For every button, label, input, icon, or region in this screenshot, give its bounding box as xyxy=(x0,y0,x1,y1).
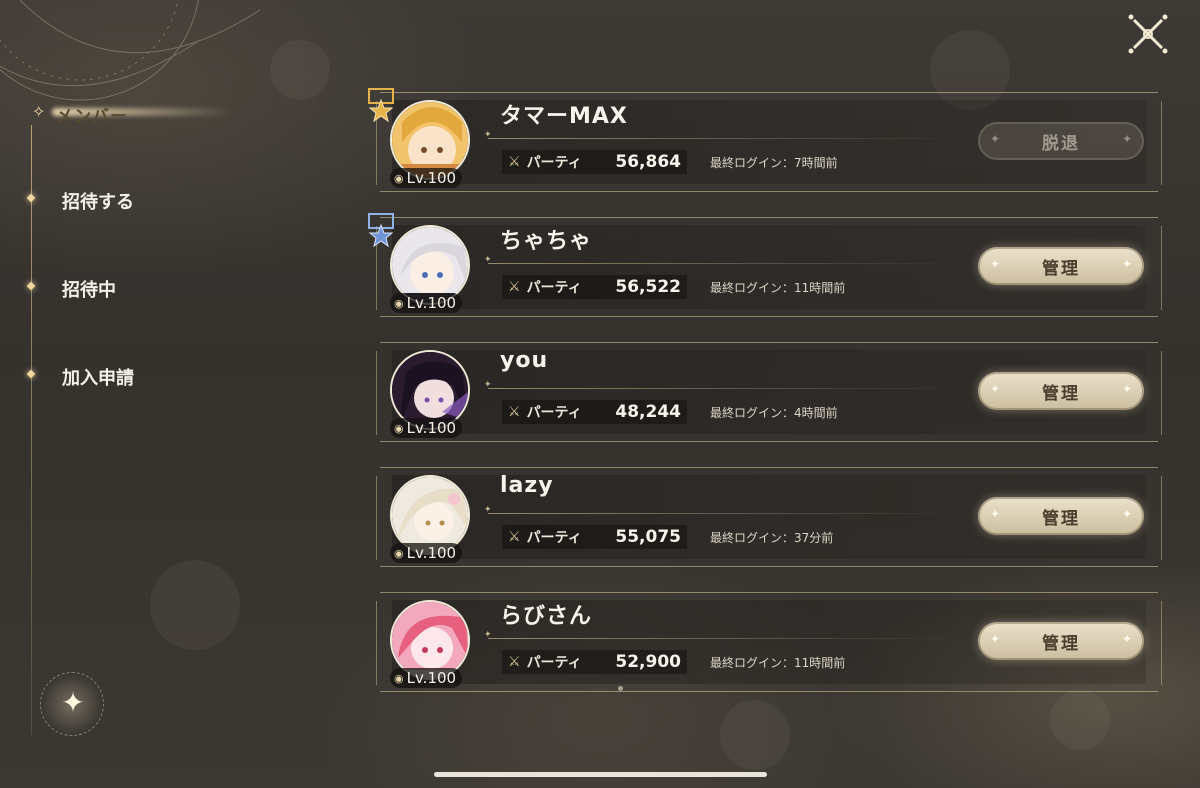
level-badge: ◉ Lv.100 xyxy=(390,543,463,563)
sparkle-icon: ✦ xyxy=(1121,132,1132,146)
party-label: パーティ xyxy=(526,530,582,546)
level-text: Lv.100 xyxy=(406,419,457,437)
bokeh xyxy=(150,560,240,650)
sparkle-icon: ✦ xyxy=(990,382,1001,396)
member-name: タマーMAX xyxy=(500,104,628,129)
leader-badge-icon xyxy=(368,88,394,128)
level-badge: ◉ Lv.100 xyxy=(390,418,463,438)
member-card: ◉ Lv.100 ちゃちゃ ⚔ パーティ 56,522 最終ログイン：11時間前… xyxy=(368,209,1162,317)
bullet-icon xyxy=(26,369,36,379)
key-ornament-icon: ✧ xyxy=(32,102,46,121)
divider xyxy=(484,630,958,640)
sparkle-icon: ✦ xyxy=(1121,257,1132,271)
close-button[interactable] xyxy=(1124,10,1172,58)
level-text: Lv.100 xyxy=(406,169,457,187)
sparkle-icon: ✦ xyxy=(1121,382,1132,396)
member-card: ◉ Lv.100 らびさん ⚔ パーティ 52,900 最終ログイン：11時間前… xyxy=(376,584,1162,692)
button-label: 管理 xyxy=(1042,258,1080,279)
home-indicator[interactable] xyxy=(434,772,767,777)
button-label: 脱退 xyxy=(1042,133,1080,154)
party-value: 56,522 xyxy=(615,277,681,297)
party-power: ⚔ パーティ 56,864 xyxy=(502,150,687,174)
member-card: ◉ Lv.100 lazy ⚔ パーティ 55,075 最終ログイン：37分前 … xyxy=(376,459,1162,567)
sidebar-item-label: 加入申請 xyxy=(62,368,134,389)
bullet-icon xyxy=(26,281,36,291)
party-value: 56,864 xyxy=(615,152,681,172)
member-name: you xyxy=(500,348,549,373)
divider xyxy=(484,380,958,390)
sparkle-icon: ✦ xyxy=(990,132,1001,146)
party-power: ⚔ パーティ 56,522 xyxy=(502,275,687,299)
level-text: Lv.100 xyxy=(406,544,457,562)
bokeh xyxy=(1050,690,1110,750)
level-icon: ◉ xyxy=(394,671,404,685)
party-value: 55,075 xyxy=(615,527,681,547)
crossed-swords-icon: ⚔ xyxy=(508,404,521,420)
sidebar-item-label: 招待する xyxy=(62,192,134,213)
crossed-swords-icon: ⚔ xyxy=(508,529,521,545)
sparkle-icon: ✦ xyxy=(990,257,1001,271)
button-label: 管理 xyxy=(1042,508,1080,529)
party-value: 48,244 xyxy=(615,402,681,422)
sidebar-item-members[interactable]: ✧ メンバー xyxy=(22,96,237,130)
party-value: 52,900 xyxy=(615,652,681,672)
crossed-swords-icon: ⚔ xyxy=(508,654,521,670)
manage-button[interactable]: ✦ 管理 ✦ xyxy=(978,372,1144,410)
close-icon xyxy=(1128,14,1168,54)
sparkle-icon: ✦ xyxy=(1121,632,1132,646)
button-label: 管理 xyxy=(1042,633,1080,654)
sparkle-icon: ✦ xyxy=(1121,507,1132,521)
last-login: 最終ログイン：7時間前 xyxy=(710,156,838,170)
level-icon: ◉ xyxy=(394,421,404,435)
sparkle-icon: ✦ xyxy=(990,632,1001,646)
manage-button[interactable]: ✦ 管理 ✦ xyxy=(978,622,1144,660)
party-power: ⚔ パーティ 55,075 xyxy=(502,525,687,549)
party-label: パーティ xyxy=(526,280,582,296)
party-power: ⚔ パーティ 48,244 xyxy=(502,400,687,424)
crossed-swords-icon: ⚔ xyxy=(508,279,521,295)
divider xyxy=(484,130,958,140)
level-badge: ◉ Lv.100 xyxy=(390,168,463,188)
crossed-swords-icon: ⚔ xyxy=(508,154,521,170)
button-label: 管理 xyxy=(1042,383,1080,404)
sparkle-button[interactable]: ✦ xyxy=(40,672,104,736)
party-label: パーティ xyxy=(526,405,582,421)
last-login: 最終ログイン：37分前 xyxy=(710,531,834,545)
level-badge: ◉ Lv.100 xyxy=(390,668,463,688)
manage-button[interactable]: ✦ 管理 ✦ xyxy=(978,247,1144,285)
sidebar-item-label: メンバー xyxy=(56,107,128,127)
sparkle-icon: ✦ xyxy=(61,686,85,719)
last-login: 最終ログイン：11時間前 xyxy=(710,281,846,295)
level-icon: ◉ xyxy=(394,546,404,560)
level-text: Lv.100 xyxy=(406,669,457,687)
scroll-indicator xyxy=(618,686,623,691)
last-login: 最終ログイン：4時間前 xyxy=(710,406,838,420)
divider xyxy=(484,255,958,265)
divider xyxy=(484,505,958,515)
sidebar-line xyxy=(31,125,32,735)
last-login: 最終ログイン：11時間前 xyxy=(710,656,846,670)
member-name: らびさん xyxy=(500,604,593,629)
manage-button[interactable]: ✦ 管理 ✦ xyxy=(978,497,1144,535)
member-card: ◉ Lv.100 タマーMAX ⚔ パーティ 56,864 最終ログイン：7時間… xyxy=(368,84,1162,192)
member-card: ◉ Lv.100 you ⚔ パーティ 48,244 最終ログイン：4時間前 ✦… xyxy=(376,334,1162,442)
level-badge: ◉ Lv.100 xyxy=(390,293,463,313)
level-text: Lv.100 xyxy=(406,294,457,312)
level-icon: ◉ xyxy=(394,296,404,310)
sidebar-item-label: 招待中 xyxy=(62,280,116,301)
level-icon: ◉ xyxy=(394,171,404,185)
sub-leader-badge-icon xyxy=(368,213,394,253)
party-label: パーティ xyxy=(526,155,582,171)
bokeh xyxy=(720,700,790,770)
sparkle-icon: ✦ xyxy=(990,507,1001,521)
bullet-icon xyxy=(26,193,36,203)
leave-button[interactable]: ✦ 脱退 ✦ xyxy=(978,122,1144,160)
party-power: ⚔ パーティ 52,900 xyxy=(502,650,687,674)
party-label: パーティ xyxy=(526,655,582,671)
member-name: ちゃちゃ xyxy=(500,229,593,254)
member-name: lazy xyxy=(500,473,554,498)
